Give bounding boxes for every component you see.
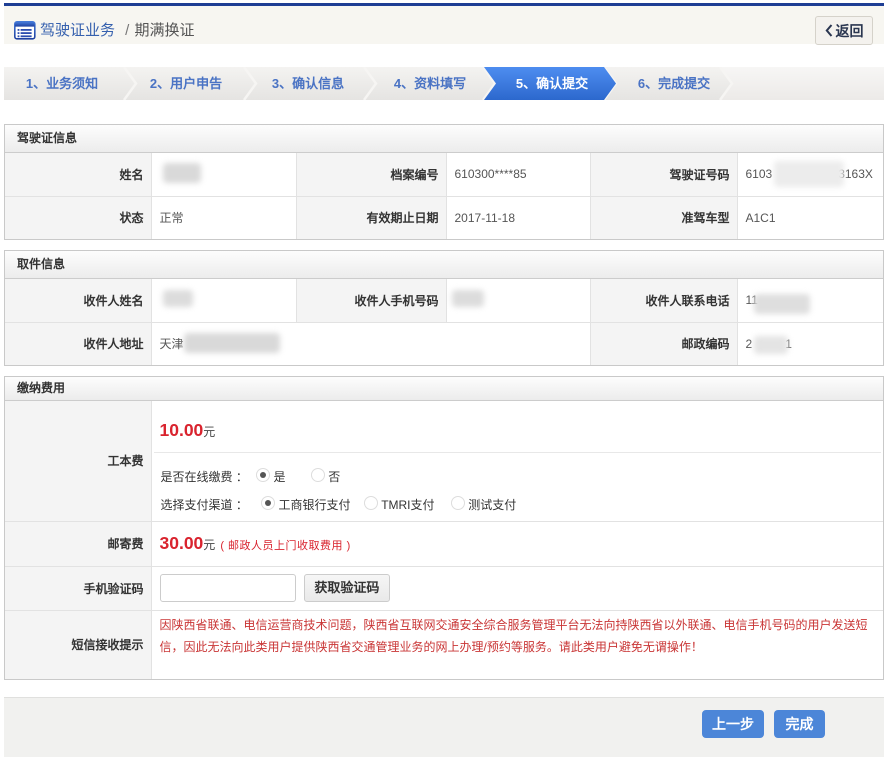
svg-text:5、确认提交: 5、确认提交 xyxy=(516,76,588,91)
svg-text:3、确认信息: 3、确认信息 xyxy=(272,76,344,91)
svg-text:1、业务须知: 1、业务须知 xyxy=(26,76,98,91)
svg-text:4、资料填写: 4、资料填写 xyxy=(394,76,466,91)
svg-text:2、用户申告: 2、用户申告 xyxy=(150,76,222,91)
svg-text:6、完成提交: 6、完成提交 xyxy=(638,76,710,91)
